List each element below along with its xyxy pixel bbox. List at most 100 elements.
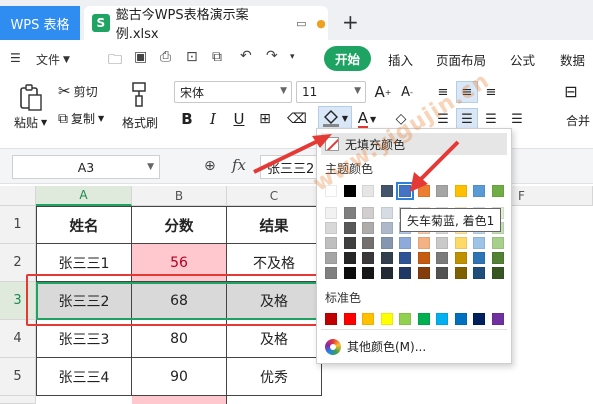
table-cell[interactable]: 及格 bbox=[227, 320, 322, 358]
color-swatch[interactable] bbox=[380, 237, 393, 249]
color-swatch[interactable] bbox=[380, 222, 393, 234]
color-swatch[interactable] bbox=[436, 185, 448, 197]
align-right-icon[interactable]: ☰ bbox=[480, 108, 502, 130]
color-swatch[interactable] bbox=[325, 237, 337, 249]
color-swatch[interactable] bbox=[399, 313, 411, 325]
row-header-2[interactable]: 2 bbox=[0, 244, 36, 282]
color-swatch[interactable] bbox=[399, 267, 411, 279]
border-icon[interactable]: ⊞ bbox=[254, 108, 276, 130]
increase-font-icon[interactable]: A + bbox=[372, 81, 394, 103]
color-swatch[interactable] bbox=[362, 252, 374, 264]
color-swatch[interactable] bbox=[417, 252, 430, 264]
justify-icon[interactable]: ☰ bbox=[506, 108, 528, 130]
color-swatch[interactable] bbox=[436, 267, 448, 279]
row-header-3[interactable]: 3 bbox=[0, 282, 36, 320]
row-header-5[interactable]: 5 bbox=[0, 358, 36, 396]
merge-icon[interactable]: ⊟ bbox=[560, 80, 582, 102]
row-header-4[interactable]: 4 bbox=[0, 320, 36, 358]
color-swatch[interactable] bbox=[473, 237, 485, 249]
column-header-c[interactable]: C bbox=[227, 186, 322, 206]
color-swatch[interactable] bbox=[396, 182, 414, 200]
color-swatch[interactable] bbox=[417, 237, 430, 249]
print-preview-icon[interactable]: ⊡ bbox=[186, 49, 198, 65]
italic-button[interactable]: I bbox=[202, 108, 224, 130]
color-swatch[interactable] bbox=[454, 267, 467, 279]
align-center-icon[interactable]: ☰ bbox=[456, 108, 478, 130]
tab-data[interactable]: 数据 bbox=[560, 50, 585, 69]
color-swatch[interactable] bbox=[362, 185, 374, 197]
color-swatch[interactable] bbox=[325, 313, 337, 325]
table-header-cell[interactable]: 结果 bbox=[227, 206, 322, 244]
no-fill-option[interactable]: 无填充颜色 bbox=[321, 133, 507, 155]
tab-page-layout[interactable]: 页面布局 bbox=[436, 50, 486, 69]
color-swatch[interactable] bbox=[343, 313, 356, 325]
color-swatch[interactable] bbox=[417, 267, 430, 279]
clear-format-icon[interactable]: ◇ bbox=[390, 108, 412, 130]
table-cell[interactable]: 56 bbox=[132, 244, 227, 282]
paintbrush-icon[interactable] bbox=[130, 82, 148, 108]
color-swatch[interactable] bbox=[325, 252, 337, 264]
color-swatch[interactable] bbox=[362, 237, 374, 249]
color-swatch[interactable] bbox=[454, 237, 467, 249]
color-swatch[interactable] bbox=[343, 207, 356, 219]
tab-home[interactable]: 开始 bbox=[324, 46, 372, 71]
color-swatch[interactable] bbox=[417, 313, 430, 325]
color-swatch[interactable] bbox=[454, 252, 467, 264]
hamburger-icon[interactable]: ☰ bbox=[10, 51, 21, 65]
color-swatch[interactable] bbox=[473, 267, 485, 279]
save-icon[interactable]: ▣ bbox=[134, 49, 147, 65]
color-swatch[interactable] bbox=[436, 237, 448, 249]
color-swatch[interactable] bbox=[343, 252, 356, 264]
color-swatch[interactable] bbox=[454, 313, 467, 325]
align-middle-icon[interactable]: ≡ bbox=[456, 81, 478, 103]
format-painter-button[interactable]: 格式刷 bbox=[122, 114, 158, 131]
color-swatch[interactable] bbox=[362, 267, 374, 279]
font-name-select[interactable]: 宋体 ▼ bbox=[174, 81, 292, 103]
table-cell[interactable]: 68 bbox=[132, 282, 227, 320]
color-swatch[interactable] bbox=[325, 207, 337, 219]
table-cell[interactable]: 90 bbox=[132, 358, 227, 396]
more-colors-option[interactable]: 其他颜色(M)... bbox=[325, 338, 426, 355]
color-swatch[interactable] bbox=[343, 267, 356, 279]
table-cell[interactable]: 张三三4 bbox=[36, 358, 132, 396]
decrease-font-icon[interactable]: A- bbox=[396, 81, 418, 103]
color-swatch[interactable] bbox=[491, 313, 504, 325]
color-swatch[interactable] bbox=[473, 252, 485, 264]
name-box[interactable]: A3 ▼ bbox=[12, 155, 160, 179]
align-top-icon[interactable]: ≡ bbox=[432, 81, 454, 103]
table-header-cell[interactable]: 姓名 bbox=[36, 206, 132, 244]
window-icon[interactable]: ▭ bbox=[294, 16, 308, 30]
column-header-f[interactable]: F bbox=[518, 189, 525, 203]
print-icon[interactable]: ⎙ bbox=[160, 49, 171, 65]
color-swatch[interactable] bbox=[325, 222, 337, 234]
copy-button[interactable]: ⧉ 复制 ▼ bbox=[58, 110, 104, 127]
color-swatch[interactable] bbox=[473, 185, 485, 197]
color-swatch[interactable] bbox=[343, 185, 356, 197]
color-swatch[interactable] bbox=[436, 313, 448, 325]
undo-icon[interactable]: ↶ bbox=[240, 48, 252, 64]
cut-button[interactable]: ✂ 剪切 bbox=[58, 82, 98, 100]
color-swatch[interactable] bbox=[399, 252, 411, 264]
underline-button[interactable]: U bbox=[228, 108, 250, 130]
color-swatch[interactable] bbox=[417, 185, 430, 197]
tab-insert[interactable]: 插入 bbox=[388, 50, 413, 69]
fx-icon[interactable]: fx bbox=[232, 156, 246, 174]
table-cell[interactable]: 张三三2 bbox=[36, 282, 132, 320]
color-swatch[interactable] bbox=[436, 252, 448, 264]
file-menu-button[interactable]: 文件 ▼ bbox=[36, 51, 70, 68]
color-swatch[interactable] bbox=[362, 207, 374, 219]
bold-button[interactable]: B bbox=[176, 108, 198, 130]
color-swatch[interactable] bbox=[362, 222, 374, 234]
color-swatch[interactable] bbox=[491, 267, 504, 279]
color-swatch[interactable] bbox=[325, 267, 337, 279]
paste-icon[interactable] bbox=[18, 84, 44, 112]
select-all-corner[interactable] bbox=[0, 186, 36, 206]
color-swatch[interactable] bbox=[380, 252, 393, 264]
color-swatch[interactable] bbox=[454, 185, 467, 197]
merge-button[interactable]: 合并 bbox=[566, 112, 590, 129]
color-swatch[interactable] bbox=[343, 237, 356, 249]
color-swatch[interactable] bbox=[343, 222, 356, 234]
align-bottom-icon[interactable]: ≡ bbox=[480, 81, 502, 103]
column-header-b[interactable]: B bbox=[132, 186, 227, 206]
file-tab[interactable]: S 懿古今WPS表格演示案例.xlsx ▭ ● bbox=[84, 6, 328, 42]
